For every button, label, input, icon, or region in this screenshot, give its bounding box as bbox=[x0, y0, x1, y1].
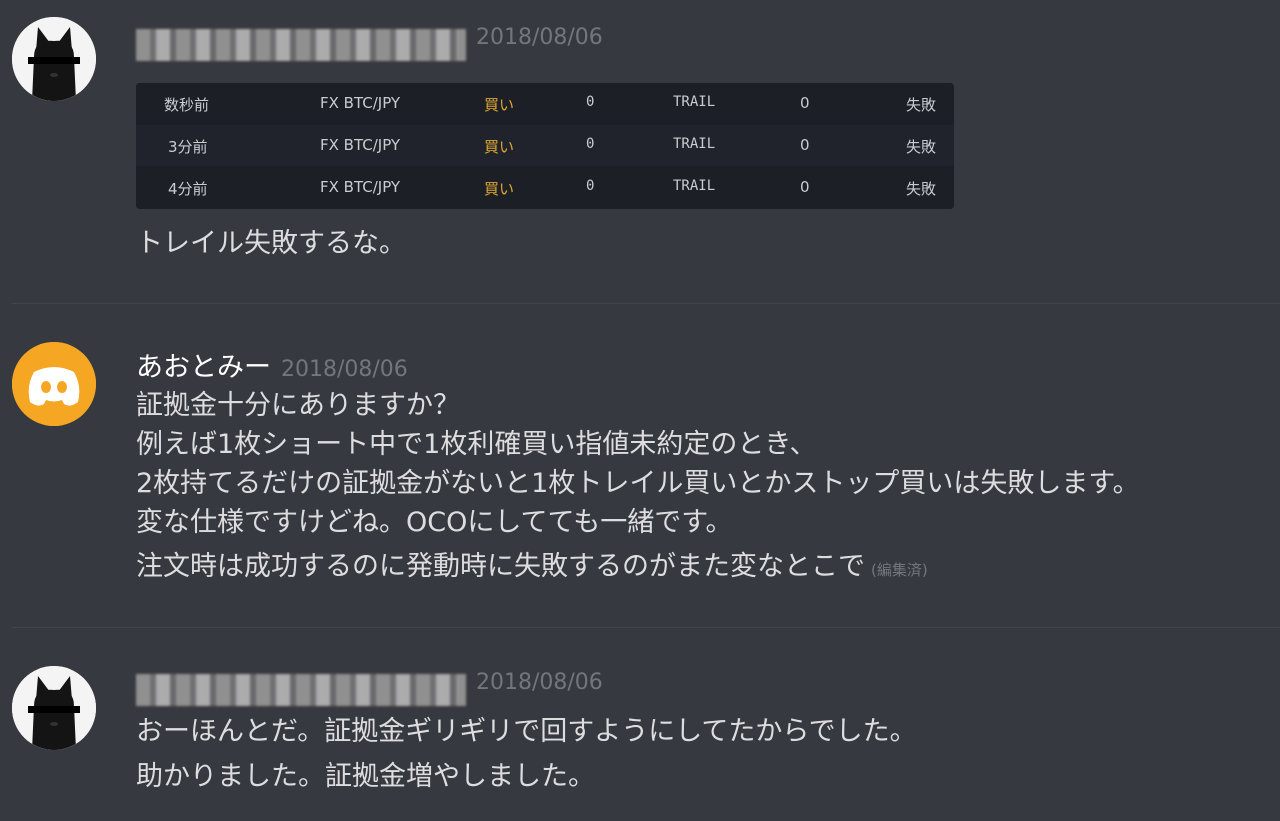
timestamp: 2018/08/06 bbox=[476, 25, 603, 50]
user-avatar-cat-icon[interactable] bbox=[12, 666, 96, 750]
price-cell: 0 bbox=[800, 94, 810, 112]
type-cell: TRAIL bbox=[673, 178, 716, 194]
timestamp: 2018/08/06 bbox=[281, 357, 408, 382]
message-header: 2018/08/06 bbox=[136, 25, 603, 65]
table-row: 4分前 FX BTC/JPY 買い 0 TRAIL 0 失敗 bbox=[136, 167, 954, 208]
message-line: 注文時は成功するのに発動時に失敗するのがまた変なとこで bbox=[136, 551, 865, 582]
time-cell: 4分前 bbox=[168, 180, 208, 198]
user-avatar-cat-icon[interactable] bbox=[12, 17, 96, 101]
discord-logo-icon bbox=[12, 342, 96, 426]
message-divider bbox=[12, 627, 1280, 628]
time-cell: 3分前 bbox=[168, 138, 208, 156]
timestamp: 2018/08/06 bbox=[476, 670, 603, 695]
black-cat-icon bbox=[12, 17, 96, 101]
message-line: おーほんとだ。証拠金ギリギリで回すようにしてたからでした。 bbox=[136, 716, 917, 747]
message-header: 2018/08/06 bbox=[136, 670, 603, 710]
username-blurred[interactable] bbox=[136, 29, 466, 61]
message-line: トレイル失敗するな。 bbox=[136, 228, 406, 259]
username-blurred[interactable] bbox=[136, 674, 466, 706]
status-cell: 失敗 bbox=[906, 96, 937, 114]
size-cell: 0 bbox=[586, 94, 595, 110]
edited-label: (編集済) bbox=[871, 561, 928, 579]
price-cell: 0 bbox=[800, 178, 810, 196]
status-cell: 失敗 bbox=[906, 180, 937, 198]
message-line-edited: 注文時は成功するのに発動時に失敗するのがまた変なとこで (編集済) bbox=[136, 547, 928, 590]
message-line: 変な仕様ですけどね。OCOにしてても一緒です。 bbox=[136, 507, 733, 538]
pair-cell: FX BTC/JPY bbox=[320, 94, 401, 112]
price-cell: 0 bbox=[800, 136, 810, 154]
message-divider bbox=[12, 303, 1280, 304]
message-line: 2枚持てるだけの証拠金がないと1枚トレイル買いとかストップ買いは失敗します。 bbox=[136, 468, 1140, 499]
side-cell: 買い bbox=[484, 96, 515, 114]
message-line: 助かりました。証拠金増やしました。 bbox=[136, 761, 595, 792]
message-line: 証拠金十分にありますか？ bbox=[136, 390, 460, 421]
type-cell: TRAIL bbox=[673, 136, 716, 152]
username[interactable]: あおとみー bbox=[136, 345, 271, 384]
message-header: あおとみー 2018/08/06 bbox=[136, 345, 408, 385]
status-cell: 失敗 bbox=[906, 138, 937, 156]
message-line: 例えば1枚ショート中で1枚利確買い指値未約定のとき、 bbox=[136, 429, 817, 460]
user-avatar-discord-icon[interactable] bbox=[12, 342, 96, 426]
size-cell: 0 bbox=[586, 178, 595, 194]
black-cat-icon bbox=[12, 666, 96, 750]
size-cell: 0 bbox=[586, 136, 595, 152]
table-row: 3分前 FX BTC/JPY 買い 0 TRAIL 0 失敗 bbox=[136, 125, 954, 166]
time-cell: 数秒前 bbox=[164, 96, 210, 114]
side-cell: 買い bbox=[484, 138, 515, 156]
table-row: 数秒前 FX BTC/JPY 買い 0 TRAIL 0 失敗 bbox=[136, 83, 954, 124]
type-cell: TRAIL bbox=[673, 94, 716, 110]
side-cell: 買い bbox=[484, 180, 515, 198]
order-history-embed: 数秒前 FX BTC/JPY 買い 0 TRAIL 0 失敗 3分前 FX BT… bbox=[136, 83, 954, 209]
pair-cell: FX BTC/JPY bbox=[320, 178, 401, 196]
pair-cell: FX BTC/JPY bbox=[320, 136, 401, 154]
